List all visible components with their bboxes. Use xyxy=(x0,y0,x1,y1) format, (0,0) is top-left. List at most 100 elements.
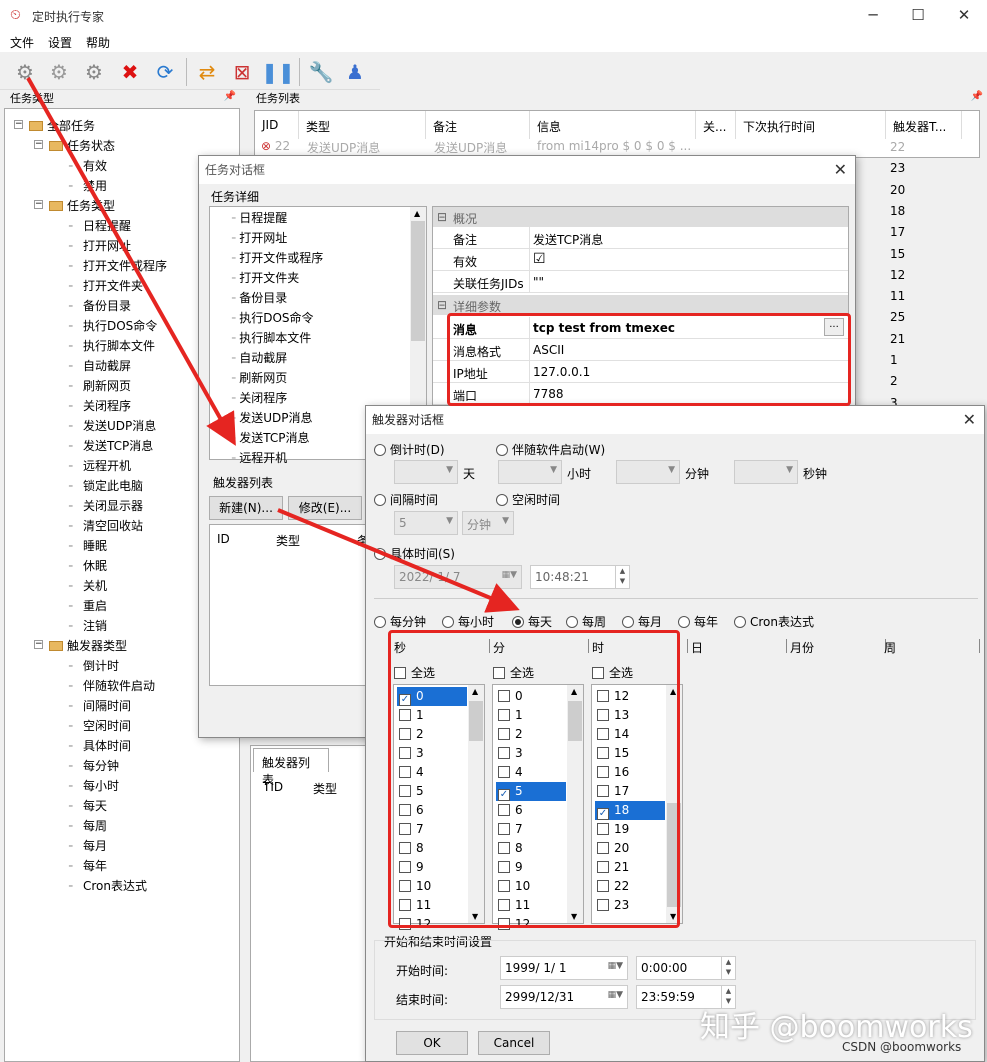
start-time[interactable]: 0:00:00 ▲ ▼ xyxy=(636,956,736,980)
enable-gear-icon[interactable]: ⚙ xyxy=(81,59,107,85)
interval-value-combo[interactable]: 5 ▼ xyxy=(394,511,458,535)
tree-status-enabled[interactable]: ╴ 有效 xyxy=(69,157,107,174)
tree-type-item[interactable]: ╴ 打开网址 xyxy=(69,237,131,254)
tree-types[interactable]: 任务类型 xyxy=(49,197,115,214)
row-jid[interactable]: ⊗ 22 xyxy=(261,139,290,153)
dialog-type-item[interactable]: ╴打开文件夹 xyxy=(232,269,299,286)
minimize-icon[interactable]: ─ xyxy=(858,4,888,26)
swap-icon[interactable]: ⇄ xyxy=(194,59,220,85)
user-icon[interactable]: ♟ xyxy=(342,59,368,85)
dialog-type-item[interactable]: ╴发送TCP消息 xyxy=(232,429,309,446)
specific-time[interactable]: 10:48:21 ▲ ▼ xyxy=(530,565,630,589)
end-date[interactable]: 2999/12/31 ▦▼ xyxy=(500,985,628,1009)
tree-type-item[interactable]: ╴ 清空回收站 xyxy=(69,517,143,534)
dialog-type-item[interactable]: ╴执行脚本文件 xyxy=(232,329,311,346)
tree-triggers[interactable]: 触发器类型 xyxy=(49,637,127,654)
tree-type-item[interactable]: ╴ 休眠 xyxy=(69,557,107,574)
tree-type-item[interactable]: ╴ 锁定此电脑 xyxy=(69,477,143,494)
new-trigger-button[interactable]: 新建(N)... xyxy=(209,496,283,520)
radio-countdown[interactable]: 倒计时(D) xyxy=(374,441,445,458)
dialog-type-item[interactable]: ╴打开文件或程序 xyxy=(232,249,323,266)
tree-trigger-item[interactable]: ╴ 每周 xyxy=(69,817,107,834)
tree-type-item[interactable]: ╴ 关闭程序 xyxy=(69,397,131,414)
mode-radio[interactable]: 每天 xyxy=(512,613,552,630)
tree-trigger-item[interactable]: ╴ 具体时间 xyxy=(69,737,131,754)
tree-type-item[interactable]: ╴ 日程提醒 xyxy=(69,217,131,234)
tree-type-item[interactable]: ╴ 远程开机 xyxy=(69,457,131,474)
col-trigger[interactable]: 触发器T... xyxy=(886,111,962,139)
collapse-icon[interactable]: − xyxy=(34,140,43,149)
tree-trigger-item[interactable]: ╴ Cron表达式 xyxy=(69,877,147,894)
edit-trigger-button[interactable]: 修改(E)... xyxy=(288,496,362,520)
dialog-type-item[interactable]: ╴发送UDP消息 xyxy=(232,409,313,426)
col-info[interactable]: 信息 xyxy=(530,111,696,139)
tree-type-item[interactable]: ╴ 打开文件或程序 xyxy=(69,257,167,274)
tree-type-item[interactable]: ╴ 自动截屏 xyxy=(69,357,131,374)
tree-trigger-item[interactable]: ╴ 每小时 xyxy=(69,777,119,794)
col-tid[interactable]: TID xyxy=(263,780,283,794)
delete-icon[interactable]: ✖ xyxy=(117,59,143,85)
minutes-combo[interactable]: ▼ xyxy=(616,460,680,484)
col-type[interactable]: 类型 xyxy=(313,780,337,797)
menu-settings[interactable]: 设置 xyxy=(48,34,72,51)
cancel-button[interactable]: Cancel xyxy=(478,1031,550,1055)
dialog-type-item[interactable]: ╴打开网址 xyxy=(232,229,287,246)
col-next-run[interactable]: 下次执行时间 xyxy=(736,111,886,139)
prop-related-jids[interactable]: 关联任务JIDs "" xyxy=(433,271,848,293)
ok-button[interactable]: OK xyxy=(396,1031,468,1055)
mode-radio[interactable]: 每年 xyxy=(678,613,718,630)
tree-type-item[interactable]: ╴ 重启 xyxy=(69,597,107,614)
interval-unit-combo[interactable]: 分钟 ▼ xyxy=(462,511,514,535)
tab-trigger-list[interactable]: 触发器列表 xyxy=(253,748,329,787)
mode-radio[interactable]: Cron表达式 xyxy=(734,613,814,630)
col-jid[interactable]: JID xyxy=(255,111,299,139)
dialog-type-item[interactable]: ╴刷新网页 xyxy=(232,369,287,386)
dialog-type-item[interactable]: ╴备份目录 xyxy=(232,289,287,306)
mode-radio[interactable]: 每周 xyxy=(566,613,606,630)
refresh-icon[interactable]: ⟳ xyxy=(152,59,178,85)
seconds-combo[interactable]: ▼ xyxy=(734,460,798,484)
radio-specific[interactable]: 具体时间(S) xyxy=(374,545,455,562)
tree-trigger-item[interactable]: ╴ 每年 xyxy=(69,857,107,874)
dialog-type-item[interactable]: ╴日程提醒 xyxy=(232,209,287,226)
specific-date[interactable]: 2022/ 1/ 7 ▦▼ xyxy=(394,565,522,589)
tree-status-disabled[interactable]: ╴ 禁用 xyxy=(69,177,107,194)
tree-type-item[interactable]: ╴ 发送UDP消息 xyxy=(69,417,156,434)
hours-combo[interactable]: ▼ xyxy=(498,460,562,484)
tree-trigger-item[interactable]: ╴ 空闲时间 xyxy=(69,717,131,734)
col-type[interactable]: 类型 xyxy=(299,111,426,139)
tree-type-item[interactable]: ╴ 睡眠 xyxy=(69,537,107,554)
radio-with-start[interactable]: 伴随软件启动(W) xyxy=(496,441,605,458)
menu-file[interactable]: 文件 xyxy=(10,34,34,51)
tree-type-item[interactable]: ╴ 刷新网页 xyxy=(69,377,131,394)
dialog-type-item[interactable]: ╴执行DOS命令 xyxy=(232,309,314,326)
edit-gear-icon[interactable]: ⚙ xyxy=(46,59,72,85)
tree-root[interactable]: 全部任务 xyxy=(29,117,95,134)
tree-type-item[interactable]: ╴ 发送TCP消息 xyxy=(69,437,153,454)
dialog-type-item[interactable]: ╴自动截屏 xyxy=(232,349,287,366)
close-icon[interactable]: ✕ xyxy=(834,156,847,184)
tree-type-item[interactable]: ╴ 备份目录 xyxy=(69,297,131,314)
col-note[interactable]: 备注 xyxy=(426,111,530,139)
prop-note[interactable]: 备注 发送TCP消息 xyxy=(433,227,848,249)
tree-trigger-item[interactable]: ╴ 倒计时 xyxy=(69,657,119,674)
dialog-type-item[interactable]: ╴关闭程序 xyxy=(232,389,287,406)
collapse-icon[interactable]: − xyxy=(34,640,43,649)
col-related[interactable]: 关... xyxy=(696,111,736,139)
tree-trigger-item[interactable]: ╴ 伴随软件启动 xyxy=(69,677,155,694)
tree-trigger-item[interactable]: ╴ 间隔时间 xyxy=(69,697,131,714)
collapse-icon[interactable]: − xyxy=(14,120,23,129)
tree-trigger-item[interactable]: ╴ 每分钟 xyxy=(69,757,119,774)
tree-type-item[interactable]: ╴ 执行脚本文件 xyxy=(69,337,155,354)
tree-trigger-item[interactable]: ╴ 每天 xyxy=(69,797,107,814)
radio-idle[interactable]: 空闲时间 xyxy=(496,491,560,508)
tree-type-item[interactable]: ╴ 关闭显示器 xyxy=(69,497,143,514)
tree-type-item[interactable]: ╴ 执行DOS命令 xyxy=(69,317,157,334)
disable-icon[interactable]: ⊠ xyxy=(229,59,255,85)
mode-radio[interactable]: 每小时 xyxy=(442,613,494,630)
menu-help[interactable]: 帮助 xyxy=(86,34,110,51)
pause-icon[interactable]: ❚❚ xyxy=(261,59,295,85)
tree-trigger-item[interactable]: ╴ 每月 xyxy=(69,837,107,854)
tree-type-item[interactable]: ╴ 注销 xyxy=(69,617,107,634)
collapse-icon[interactable]: − xyxy=(34,200,43,209)
